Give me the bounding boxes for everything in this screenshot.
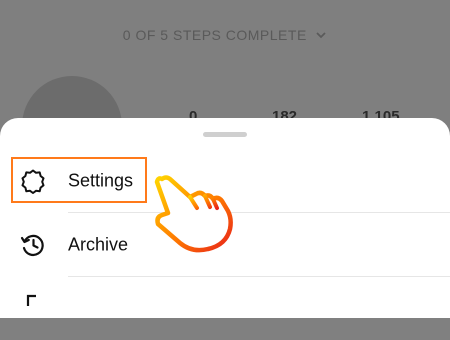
divider <box>68 212 450 213</box>
archive-history-icon <box>20 232 46 258</box>
divider <box>68 276 450 277</box>
menu-item-label: Archive <box>68 234 129 255</box>
sheet-drag-handle[interactable] <box>203 132 247 137</box>
settings-highlight-box <box>11 157 147 203</box>
steps-progress-label: 0 OF 5 STEPS COMPLETE <box>122 27 307 43</box>
steps-progress[interactable]: 0 OF 5 STEPS COMPLETE <box>0 27 450 44</box>
chevron-down-icon <box>315 28 327 44</box>
pointing-hand-icon <box>150 175 242 255</box>
menu-item-icon <box>20 288 46 314</box>
menu-item-next[interactable] <box>0 278 450 340</box>
